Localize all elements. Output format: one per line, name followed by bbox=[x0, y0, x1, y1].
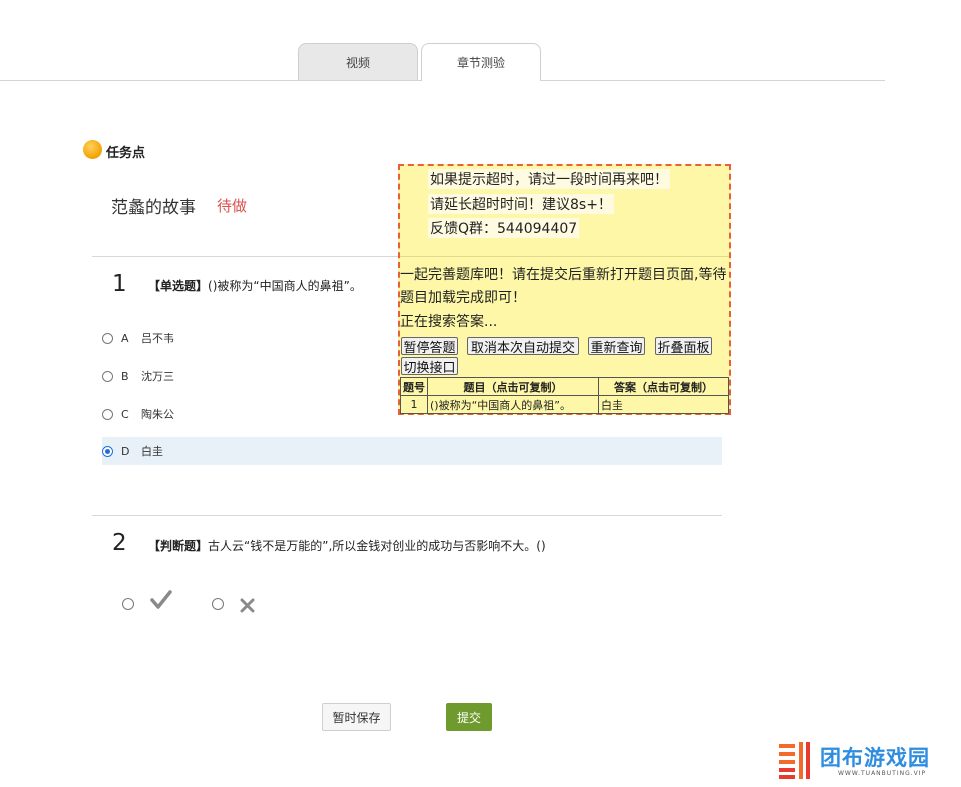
cancel-auto-submit-button[interactable]: 取消本次自动提交 bbox=[467, 337, 579, 356]
option-b-letter: B bbox=[121, 369, 129, 383]
watermark-text: 团布游戏园 bbox=[820, 746, 930, 770]
tab-video[interactable]: 视频 bbox=[298, 43, 418, 80]
collapse-panel-button[interactable]: 折叠面板 bbox=[655, 337, 712, 356]
submit-button[interactable]: 提交 bbox=[446, 703, 492, 731]
table-header-num: 题号 bbox=[400, 377, 428, 396]
watermark-subtext: WWW.TUANBUTING.VIP bbox=[838, 770, 927, 777]
requery-button[interactable]: 重新查询 bbox=[588, 337, 645, 356]
task-point-label: 任务点 bbox=[106, 146, 146, 161]
question-1-number: 1 bbox=[112, 271, 127, 297]
divider bbox=[92, 515, 722, 516]
true-radio[interactable] bbox=[122, 598, 134, 610]
panel-status: 正在搜索答案... bbox=[400, 314, 498, 330]
panel-tip-feedback: 反馈Q群：544094407 bbox=[428, 218, 580, 238]
option-a-letter: A bbox=[121, 331, 129, 345]
false-radio[interactable] bbox=[212, 598, 224, 610]
answer-table: 题号 题目（点击可复制） 答案（点击可复制） 1 ()被称为“中国商人的鼻祖”。… bbox=[400, 377, 729, 414]
table-cell-answer[interactable]: 白圭 bbox=[598, 395, 729, 414]
table-row: 1 ()被称为“中国商人的鼻祖”。 白圭 bbox=[400, 395, 729, 414]
switch-api-button[interactable]: 切换接口 bbox=[401, 357, 458, 376]
option-d[interactable]: D 白圭 bbox=[102, 437, 722, 465]
question-1-stem: ()被称为“中国商人的鼻祖”。 bbox=[208, 279, 362, 293]
question-2-type: 【判断题】 bbox=[148, 539, 209, 553]
panel-tip-extend: 请延长超时时间！建议8s+！ bbox=[428, 194, 614, 214]
option-a-radio[interactable] bbox=[102, 332, 113, 344]
panel-tip-timeout: 如果提示超时，请过一段时间再来吧！ bbox=[428, 169, 670, 189]
option-d-radio[interactable] bbox=[102, 445, 113, 457]
table-header-answer: 答案（点击可复制） bbox=[598, 377, 729, 396]
panel-separator bbox=[400, 256, 729, 257]
panel-message: 一起完善题库吧！请在提交后重新打开题目页面,等待题目加载完成即可！ bbox=[400, 267, 727, 306]
option-b-text: 沈万三 bbox=[141, 370, 174, 383]
tab-chapter-quiz[interactable]: 章节测验 bbox=[421, 43, 541, 81]
pause-answering-button[interactable]: 暂停答题 bbox=[401, 337, 458, 356]
question-2-text: 【判断题】古人云“钱不是万能的”,所以金钱对创业的成功与否影响不大。() bbox=[148, 537, 546, 554]
question-1-text: 【单选题】()被称为“中国商人的鼻祖”。 bbox=[148, 277, 362, 294]
answer-helper-panel: 如果提示超时，请过一段时间再来吧！ 请延长超时时间！建议8s+！ 反馈Q群：54… bbox=[398, 164, 731, 415]
option-a-text: 吕不韦 bbox=[141, 332, 174, 345]
story-status: 待做 bbox=[217, 197, 248, 215]
option-b-radio[interactable] bbox=[102, 370, 113, 382]
cross-icon bbox=[240, 594, 255, 618]
option-d-letter: D bbox=[121, 444, 130, 458]
check-icon bbox=[150, 589, 172, 616]
option-c-letter: C bbox=[121, 407, 129, 421]
question-2-stem: 古人云“钱不是万能的”,所以金钱对创业的成功与否影响不大。() bbox=[208, 539, 546, 553]
option-d-text: 白圭 bbox=[141, 445, 163, 458]
question-1-type: 【单选题】 bbox=[148, 279, 209, 293]
save-button[interactable]: 暂时保存 bbox=[322, 703, 391, 731]
task-point-icon bbox=[83, 140, 102, 159]
option-c-text: 陶朱公 bbox=[141, 408, 174, 421]
table-header-question: 题目（点击可复制） bbox=[427, 377, 599, 396]
option-c-radio[interactable] bbox=[102, 408, 113, 420]
table-cell-question[interactable]: ()被称为“中国商人的鼻祖”。 bbox=[427, 395, 599, 414]
watermark-logo-icon bbox=[779, 742, 815, 780]
table-cell-num: 1 bbox=[400, 395, 428, 414]
question-2-number: 2 bbox=[112, 530, 127, 556]
story-title: 范蠡的故事 bbox=[111, 198, 196, 218]
